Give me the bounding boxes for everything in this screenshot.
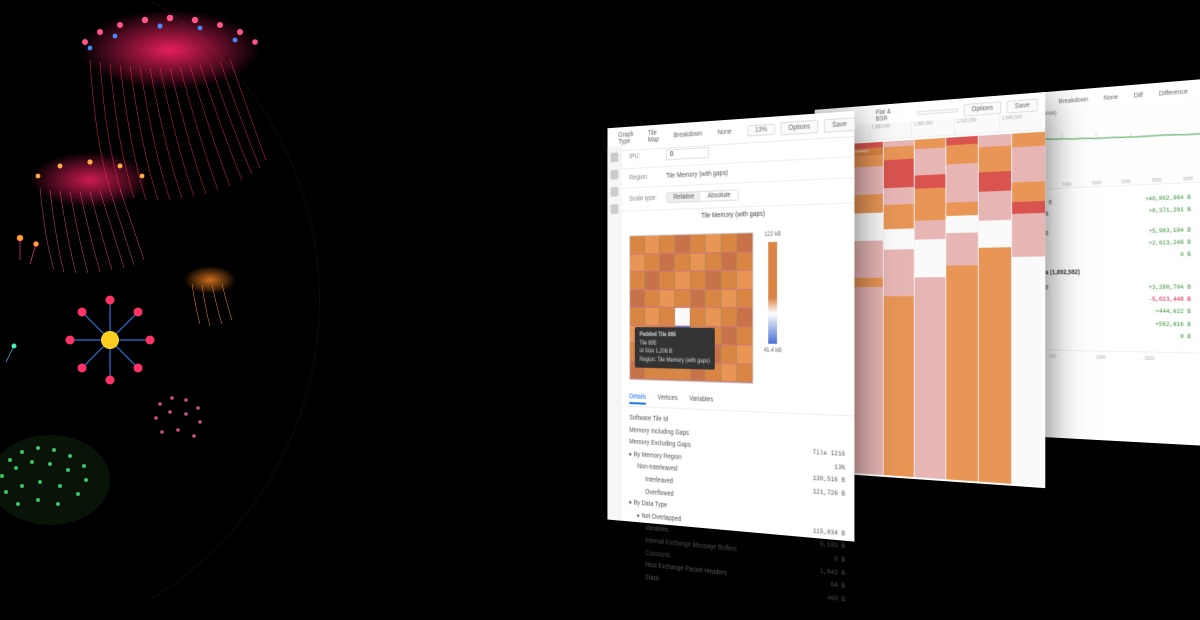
region-select[interactable]: Tile Memory (with gaps) [666,164,845,180]
panel-sidebar [607,146,621,520]
breadcrumb[interactable]: Diff [1128,91,1148,101]
breadcrumb[interactable]: None [712,127,736,138]
nav-icon[interactable] [610,170,618,180]
save-button[interactable]: Save [1007,98,1038,113]
color-legend: 122 kB 41.4 kB [760,231,785,385]
execution-bars: Ipu Ho… SetDst(2) [829,130,1045,488]
options-button[interactable]: Options [964,101,1002,116]
tile-memory-viz: Padded Tile 895Tile 895Id Size 1,206 BRe… [621,219,854,398]
tile-map-grid[interactable]: Padded Tile 895Tile 895Id Size 1,206 BRe… [629,232,753,384]
breadcrumb[interactable]: Tile Map [643,128,664,145]
scale-segmented[interactable]: RelativeAbsolute [666,189,738,203]
select-dropdown[interactable] [917,108,958,115]
options-button[interactable]: Options [780,119,818,135]
nav-icon[interactable] [610,152,618,162]
tile-tooltip: Padded Tile 895Tile 895Id Size 1,206 BRe… [635,327,715,369]
percent-badge: 13% [747,123,775,136]
save-button[interactable]: Save [824,117,855,133]
nav-icon[interactable] [610,187,618,197]
tile-memory-panel: Graph Type Tile Map Breakdown None 13% O… [607,111,854,542]
tab-details[interactable]: Details [629,393,646,404]
tab-variables[interactable]: Variables [689,396,713,408]
breadcrumb[interactable]: Breakdown [669,129,708,140]
nav-icon[interactable] [610,204,618,214]
tab-vertices[interactable]: Vertices [657,394,677,406]
breadcrumb[interactable]: Graph Type [614,130,639,147]
neural-network-art [0,0,360,600]
ipu-input[interactable] [666,147,709,160]
breadcrumb[interactable]: Difference [1154,87,1194,98]
breadcrumb[interactable]: None [1098,92,1123,102]
breadcrumb[interactable]: Breakdown [1054,95,1094,106]
